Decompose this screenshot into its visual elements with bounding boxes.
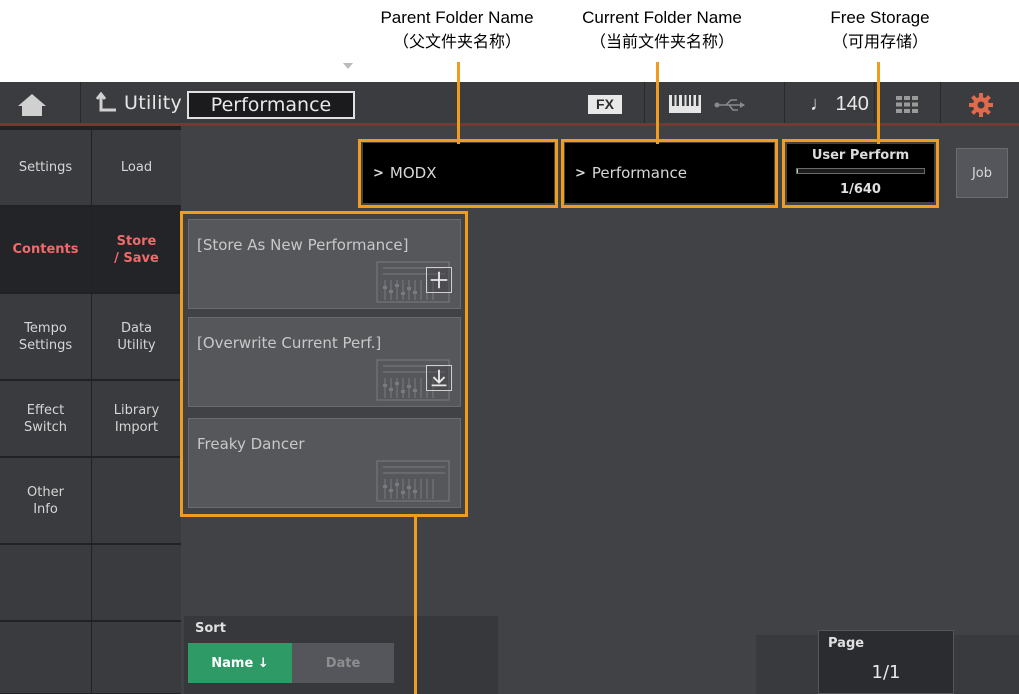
chevron-right-icon: > [373, 165, 384, 181]
callout-line [457, 62, 460, 144]
bottom-bar-segment [954, 635, 1019, 694]
free-storage-indicator: User Perform 1/640 [787, 144, 934, 202]
top-bar: Utility FX ♩ 140 [0, 82, 1019, 126]
home-icon[interactable] [16, 92, 48, 118]
fx-icon[interactable]: FX [588, 95, 622, 114]
storage-bar [796, 168, 925, 174]
free-storage-annotation-zh: （可用存储） [831, 32, 928, 51]
storage-label: User Perform [811, 148, 910, 163]
content-type-label: Content Type [194, 63, 284, 77]
download-icon [426, 365, 452, 391]
screen-title: Utility [124, 92, 182, 114]
sort-by-date-button[interactable]: Date [292, 643, 394, 683]
current-folder-annotation: Current Folder Name （当前文件夹名称） [562, 6, 762, 54]
plus-icon [426, 267, 452, 293]
callout-line [877, 62, 880, 144]
file-item-store-new[interactable]: [Store As New Performance] [188, 219, 461, 309]
current-folder-annotation-en: Current Folder Name [582, 8, 742, 27]
keyboard-icon[interactable] [668, 94, 702, 114]
nav-tempo-settings[interactable]: Tempo Settings [0, 294, 91, 380]
parent-folder-annotation-en: Parent Folder Name [380, 8, 534, 27]
content-type-dropdown-icon[interactable] [343, 63, 353, 69]
free-storage-annotation-en: Free Storage [830, 8, 930, 27]
file-item-name: [Store As New Performance] [197, 236, 409, 254]
nav-empty-3 [92, 458, 181, 544]
parent-folder-annotation: Parent Folder Name （父文件夹名称） [352, 6, 562, 54]
nav-empty-1 [0, 545, 91, 621]
free-storage-annotation: Free Storage （可用存储） [800, 6, 960, 54]
nav-empty-4 [92, 545, 181, 621]
performance-thumbnail-icon [375, 457, 455, 503]
nav-settings-label: Settings [18, 160, 73, 175]
current-folder-annotation-zh: （当前文件夹名称） [589, 32, 734, 51]
current-folder-display: > Performance [565, 143, 774, 203]
sort-label: Sort [195, 621, 226, 636]
page-value: 1/1 [871, 662, 901, 683]
nav-empty-5 [92, 622, 181, 694]
bottom-bar-segment [756, 635, 818, 694]
storage-value: 1/640 [840, 182, 881, 197]
nav-tempo-settings-label: Tempo Settings [18, 320, 73, 353]
sort-by-name-button[interactable]: Name ↓ [188, 643, 292, 683]
nav-contents-label: Contents [12, 242, 79, 257]
nav-effect-switch[interactable]: Effect Switch [0, 381, 91, 457]
nav-effect-switch-label: Effect Switch [24, 402, 67, 435]
job-button[interactable]: Job [956, 148, 1008, 198]
nav-contents[interactable]: Contents [0, 207, 91, 293]
usb-icon [714, 99, 745, 111]
nav-store-save[interactable]: Store / Save [92, 207, 181, 293]
tempo-display[interactable]: ♩ 140 [810, 93, 869, 116]
nav-load[interactable]: Load [92, 130, 181, 206]
current-folder-name: Performance [591, 164, 687, 182]
file-item-freaky-dancer[interactable]: Freaky Dancer [188, 418, 461, 508]
main-content-area [181, 126, 1019, 694]
nav-library-import[interactable]: Library Import [92, 381, 181, 457]
nav-data-utility[interactable]: Data Utility [92, 294, 181, 380]
quick-access-grid-icon[interactable] [896, 96, 918, 113]
callout-line [414, 514, 417, 694]
file-item-name: Freaky Dancer [197, 435, 305, 453]
gear-icon[interactable] [968, 92, 994, 118]
nav-empty-2 [0, 622, 91, 694]
nav-load-label: Load [120, 160, 153, 175]
nav-other-info-label: Other Info [27, 484, 64, 517]
nav-data-utility-label: Data Utility [117, 320, 156, 353]
file-item-overwrite[interactable]: [Overwrite Current Perf.] [188, 317, 461, 407]
nav-library-import-label: Library Import [113, 402, 160, 435]
nav-other-info[interactable]: Other Info [0, 458, 91, 544]
page-label: Page [828, 636, 865, 651]
file-item-name: [Overwrite Current Perf.] [197, 334, 382, 352]
parent-folder-button[interactable]: > MODX [363, 143, 554, 203]
nav-settings[interactable]: Settings [0, 130, 91, 206]
chevron-right-icon: > [575, 165, 586, 181]
back-arrow-icon[interactable] [96, 92, 118, 114]
content-type-select[interactable]: Performance [187, 91, 355, 119]
callout-line [656, 62, 659, 144]
parent-folder-annotation-zh: （父文件夹名称） [392, 32, 521, 51]
parent-folder-name: MODX [389, 164, 437, 182]
nav-store-save-label: Store / Save [114, 233, 159, 266]
